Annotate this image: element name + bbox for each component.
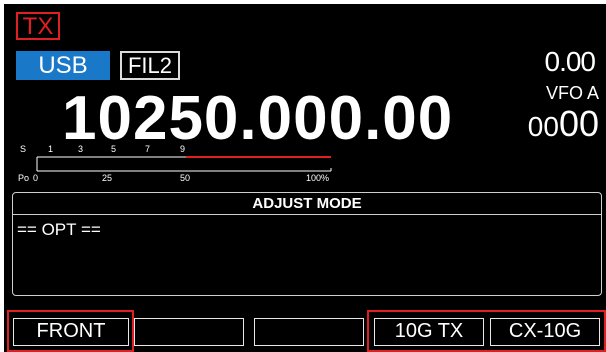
meter-scale-graphic bbox=[36, 156, 332, 172]
s-po-meter: S 1 3 5 7 9 Po 0 25 50 100% bbox=[4, 142, 344, 190]
adjust-mode-panel: ADJUST MODE == OPT == bbox=[12, 192, 602, 296]
aux-readout: 0000 bbox=[528, 104, 599, 152]
adjust-option-line: == OPT == bbox=[17, 220, 101, 239]
adjust-mode-title: ADJUST MODE bbox=[13, 193, 601, 215]
softkey-2[interactable] bbox=[134, 318, 244, 346]
option-keys-highlight bbox=[367, 310, 606, 352]
s-tick-5: 5 bbox=[111, 144, 117, 154]
po-tick-50: 50 bbox=[180, 173, 191, 183]
po-meter-label: Po bbox=[18, 173, 30, 183]
softkey-3[interactable] bbox=[254, 318, 364, 346]
tx-indicator: TX bbox=[16, 12, 60, 40]
aux-readout-large-digits: 00 bbox=[558, 103, 599, 144]
front-key-highlight bbox=[7, 310, 134, 352]
s-tick-9: 9 bbox=[180, 144, 186, 154]
s-meter-label: S bbox=[20, 144, 27, 154]
radio-display: TX USB FIL2 10250.000.00 0.00 VFO A 0000… bbox=[4, 4, 606, 352]
filter-badge[interactable]: FIL2 bbox=[120, 51, 180, 80]
aux-readout-small-digits: 00 bbox=[527, 111, 559, 142]
vfo-label: VFO A bbox=[545, 83, 599, 103]
rit-offset-readout: 0.00 bbox=[544, 46, 596, 77]
s-tick-3: 3 bbox=[78, 144, 84, 154]
po-tick-25: 25 bbox=[102, 173, 113, 183]
mode-badge[interactable]: USB bbox=[16, 51, 110, 80]
po-tick-100: 100% bbox=[306, 173, 330, 183]
s-tick-1: 1 bbox=[48, 144, 54, 154]
po-tick-0: 0 bbox=[33, 173, 39, 183]
s-tick-7: 7 bbox=[145, 144, 151, 154]
